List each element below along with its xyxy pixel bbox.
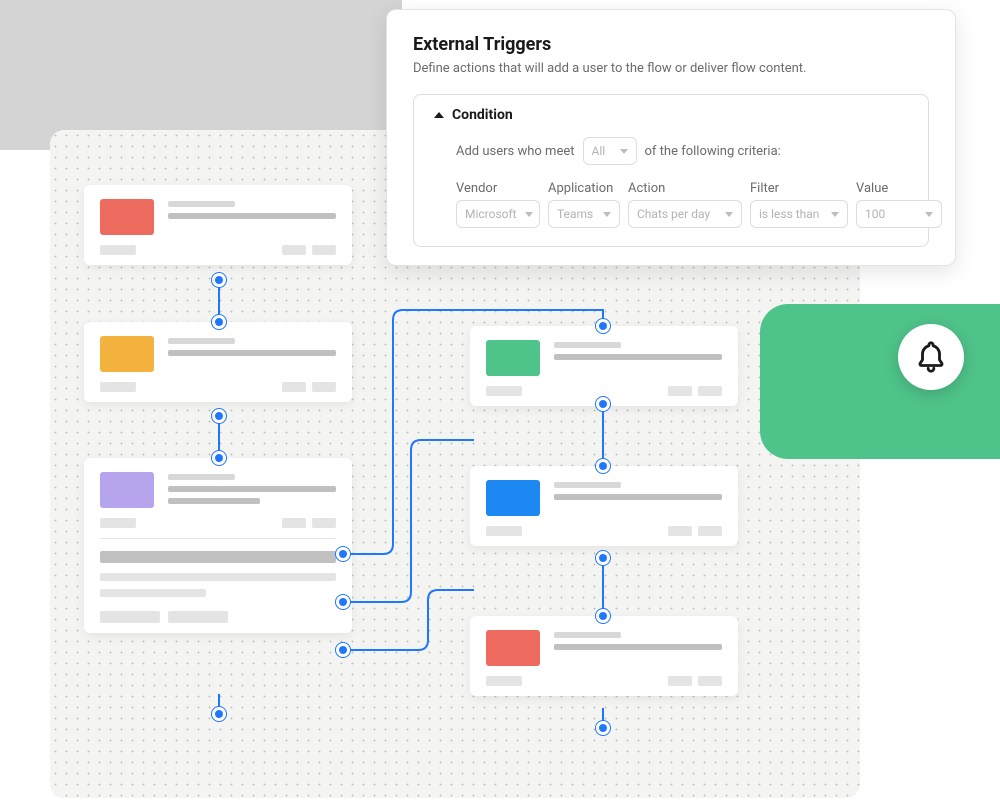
connector-dot bbox=[336, 547, 350, 561]
node-text-placeholder bbox=[168, 199, 336, 235]
node-swatch bbox=[100, 472, 154, 508]
panel-description: Define actions that will add a user to t… bbox=[413, 61, 929, 76]
notification-side-tab bbox=[760, 304, 1000, 459]
node-text-placeholder bbox=[168, 472, 336, 508]
flow-node[interactable] bbox=[84, 185, 352, 265]
chevron-down-icon bbox=[525, 212, 533, 217]
connector-dot bbox=[596, 397, 610, 411]
filter-select[interactable]: is less than bbox=[750, 200, 848, 228]
node-text-placeholder bbox=[554, 340, 722, 376]
flow-node[interactable] bbox=[84, 322, 352, 402]
value-select[interactable]: 100 bbox=[856, 200, 942, 228]
flow-node[interactable] bbox=[470, 326, 738, 406]
criteria-all-select[interactable]: All bbox=[583, 137, 637, 165]
node-swatch bbox=[486, 480, 540, 516]
vendor-label: Vendor bbox=[456, 181, 540, 196]
node-swatch bbox=[100, 199, 154, 235]
chevron-down-icon bbox=[620, 149, 628, 154]
connector-dot bbox=[212, 273, 226, 287]
connector-dot bbox=[336, 643, 350, 657]
node-text-placeholder bbox=[554, 630, 722, 666]
action-label: Action bbox=[628, 181, 742, 196]
connector-dot bbox=[596, 319, 610, 333]
condition-toggle[interactable]: Condition bbox=[434, 107, 908, 123]
action-select[interactable]: Chats per day bbox=[628, 200, 742, 228]
chevron-down-icon bbox=[603, 212, 611, 217]
connector-dot bbox=[336, 595, 350, 609]
connector-dot bbox=[596, 551, 610, 565]
flow-node-expanded[interactable] bbox=[84, 458, 352, 633]
application-select[interactable]: Teams bbox=[548, 200, 620, 228]
connector-dot bbox=[596, 459, 610, 473]
condition-label: Condition bbox=[452, 107, 513, 123]
condition-box: Condition Add users who meet All of the … bbox=[413, 94, 929, 247]
chevron-up-icon bbox=[434, 112, 444, 118]
connector-dot bbox=[212, 707, 226, 721]
node-text-placeholder bbox=[168, 336, 336, 372]
gray-background-block bbox=[0, 0, 402, 150]
filter-label: Filter bbox=[750, 181, 848, 196]
connector-dot bbox=[212, 409, 226, 423]
connector-dot bbox=[212, 315, 226, 329]
value-label: Value bbox=[856, 181, 942, 196]
connector-dot bbox=[596, 609, 610, 623]
node-text-placeholder bbox=[554, 480, 722, 516]
criteria-prefix: Add users who meet bbox=[456, 144, 575, 159]
node-swatch bbox=[486, 340, 540, 376]
chevron-down-icon bbox=[925, 212, 933, 217]
node-swatch bbox=[486, 630, 540, 666]
connector-dot bbox=[596, 721, 610, 735]
chevron-down-icon bbox=[725, 212, 733, 217]
criteria-suffix: of the following criteria: bbox=[645, 144, 781, 159]
vendor-select[interactable]: Microsoft bbox=[456, 200, 540, 228]
chevron-down-icon bbox=[831, 212, 839, 217]
flow-node[interactable] bbox=[470, 616, 738, 696]
node-swatch bbox=[100, 336, 154, 372]
application-label: Application bbox=[548, 181, 620, 196]
connector-dot bbox=[212, 451, 226, 465]
external-triggers-panel: External Triggers Define actions that wi… bbox=[386, 9, 956, 266]
panel-title: External Triggers bbox=[413, 34, 929, 55]
bell-icon bbox=[914, 340, 948, 374]
flow-node[interactable] bbox=[470, 466, 738, 546]
notification-button[interactable] bbox=[898, 324, 964, 390]
